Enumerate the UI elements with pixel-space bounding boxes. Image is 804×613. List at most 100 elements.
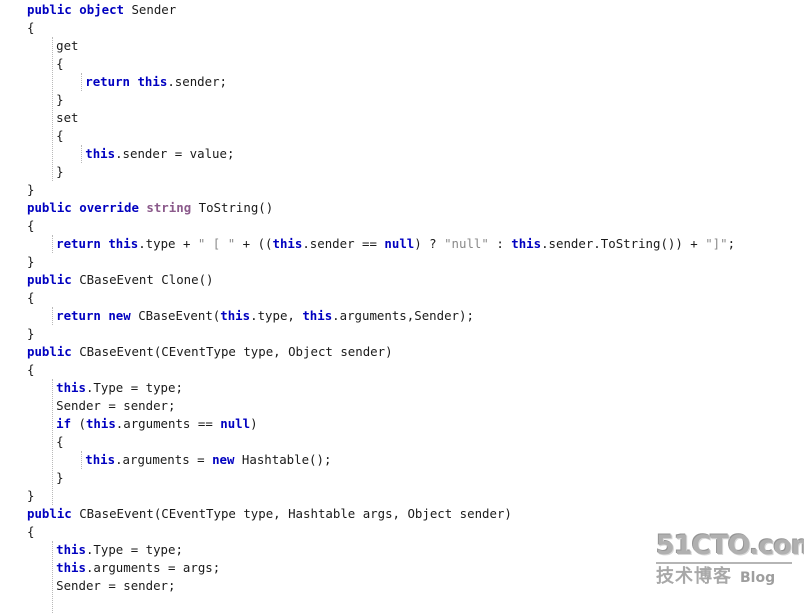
code-line: if (this.arguments == null) bbox=[0, 415, 258, 433]
code-token: null bbox=[220, 416, 251, 431]
watermark-chinese-label: 技术博客 bbox=[656, 566, 732, 587]
code-token: ( bbox=[71, 416, 86, 431]
code-token: this bbox=[272, 236, 303, 251]
code-token: ) bbox=[250, 416, 258, 431]
code-token: get bbox=[56, 38, 79, 53]
code-token: CBaseEvent( bbox=[130, 308, 221, 323]
code-token: { bbox=[27, 218, 35, 233]
code-token: public bbox=[27, 2, 72, 17]
code-token: Sender bbox=[124, 2, 177, 17]
code-token: } bbox=[56, 470, 64, 485]
code-token: } bbox=[56, 92, 64, 107]
code-token: { bbox=[56, 56, 64, 71]
watermark-blog-label: Blog bbox=[740, 570, 776, 586]
code-line: { bbox=[0, 361, 34, 379]
code-token: if bbox=[56, 416, 72, 431]
code-line: Sender = sender; bbox=[0, 577, 175, 595]
code-line: this.arguments = new Hashtable(); bbox=[0, 451, 331, 469]
code-token: } bbox=[27, 182, 35, 197]
code-token: .sender = value; bbox=[115, 146, 235, 161]
code-line: public CBaseEvent Clone() bbox=[0, 271, 214, 289]
code-token: .arguments = bbox=[115, 452, 213, 467]
code-token: return bbox=[56, 308, 101, 323]
code-token: new bbox=[212, 452, 235, 467]
code-token: .type + bbox=[138, 236, 198, 251]
code-token: " [ " bbox=[197, 236, 236, 251]
watermark: 51CTO.com 技术博客 Blog bbox=[656, 531, 804, 589]
code-token: override bbox=[79, 200, 139, 215]
code-token: { bbox=[56, 128, 64, 143]
code-token: { bbox=[27, 362, 35, 377]
code-token: public bbox=[27, 200, 72, 215]
watermark-subtitle: 技术博客 Blog bbox=[656, 564, 792, 589]
code-line: } bbox=[0, 469, 64, 487]
code-line: } bbox=[0, 163, 64, 181]
watermark-site: 51CTO.com bbox=[656, 531, 804, 564]
code-token: object bbox=[79, 2, 124, 17]
code-line: { bbox=[0, 523, 34, 541]
code-token: ) ? bbox=[414, 236, 445, 251]
code-token: "]" bbox=[705, 236, 728, 251]
code-token: { bbox=[27, 290, 35, 305]
code-token: .Type = type; bbox=[85, 542, 183, 557]
code-token: } bbox=[56, 164, 64, 179]
code-line: { bbox=[0, 433, 64, 451]
code-token: "null" bbox=[444, 236, 489, 251]
code-line: Sender = sender; bbox=[0, 397, 175, 415]
code-line: get bbox=[0, 37, 79, 55]
code-line: this.sender = value; bbox=[0, 145, 234, 163]
code-token: string bbox=[146, 200, 192, 215]
code-token: this bbox=[56, 380, 86, 395]
code-token: this bbox=[108, 236, 139, 251]
code-token: .type, bbox=[250, 308, 303, 323]
code-token: } bbox=[27, 254, 35, 269]
code-token: ToString() bbox=[191, 200, 274, 215]
code-token: public bbox=[27, 344, 72, 359]
code-line: { bbox=[0, 127, 64, 145]
code-token: .Type = type; bbox=[85, 380, 183, 395]
code-token: this bbox=[56, 542, 86, 557]
code-token: } bbox=[27, 326, 35, 341]
code-token: this bbox=[85, 416, 116, 431]
code-line: return this.sender; bbox=[0, 73, 227, 91]
code-line: } bbox=[0, 325, 34, 343]
code-token: this bbox=[85, 146, 116, 161]
code-line: this.arguments = args; bbox=[0, 559, 220, 577]
code-token: this bbox=[511, 236, 542, 251]
code-token: CBaseEvent(CEventType type, Object sende… bbox=[71, 344, 393, 359]
code-token: CBaseEvent(CEventType type, Hashtable ar… bbox=[71, 506, 512, 521]
code-line: return this.type + " [ " + ((this.sender… bbox=[0, 235, 735, 253]
code-token: { bbox=[56, 434, 64, 449]
code-token: public bbox=[27, 506, 72, 521]
code-token: null bbox=[384, 236, 415, 251]
code-token: Hashtable(); bbox=[234, 452, 332, 467]
code-token: .sender == bbox=[302, 236, 385, 251]
code-line: { bbox=[0, 217, 34, 235]
code-line: return new CBaseEvent(this.type, this.ar… bbox=[0, 307, 474, 325]
code-token: .sender.ToString()) + bbox=[541, 236, 706, 251]
code-line: set bbox=[0, 109, 79, 127]
code-line: { bbox=[0, 55, 64, 73]
code-line: } bbox=[0, 91, 64, 109]
code-line: public object Sender bbox=[0, 1, 176, 19]
code-line: } bbox=[0, 253, 34, 271]
code-token: + (( bbox=[235, 236, 273, 251]
code-token: : bbox=[488, 236, 512, 251]
code-token: .arguments,Sender); bbox=[332, 308, 474, 323]
code-token: set bbox=[56, 110, 79, 125]
code-line: } bbox=[0, 181, 34, 199]
code-line: public override string ToString() bbox=[0, 199, 273, 217]
code-token: this bbox=[302, 308, 333, 323]
code-token: return bbox=[85, 74, 130, 89]
code-token: } bbox=[27, 488, 35, 503]
code-token: { bbox=[27, 20, 35, 35]
code-token: Sender = sender; bbox=[56, 578, 176, 593]
code-token: return bbox=[56, 236, 101, 251]
code-token: new bbox=[108, 308, 131, 323]
code-token: { bbox=[27, 524, 35, 539]
code-token: Sender = sender; bbox=[56, 398, 176, 413]
code-line: } bbox=[0, 487, 34, 505]
code-token: CBaseEvent Clone() bbox=[71, 272, 214, 287]
code-line: public CBaseEvent(CEventType type, Hasht… bbox=[0, 505, 512, 523]
code-line: { bbox=[0, 289, 34, 307]
